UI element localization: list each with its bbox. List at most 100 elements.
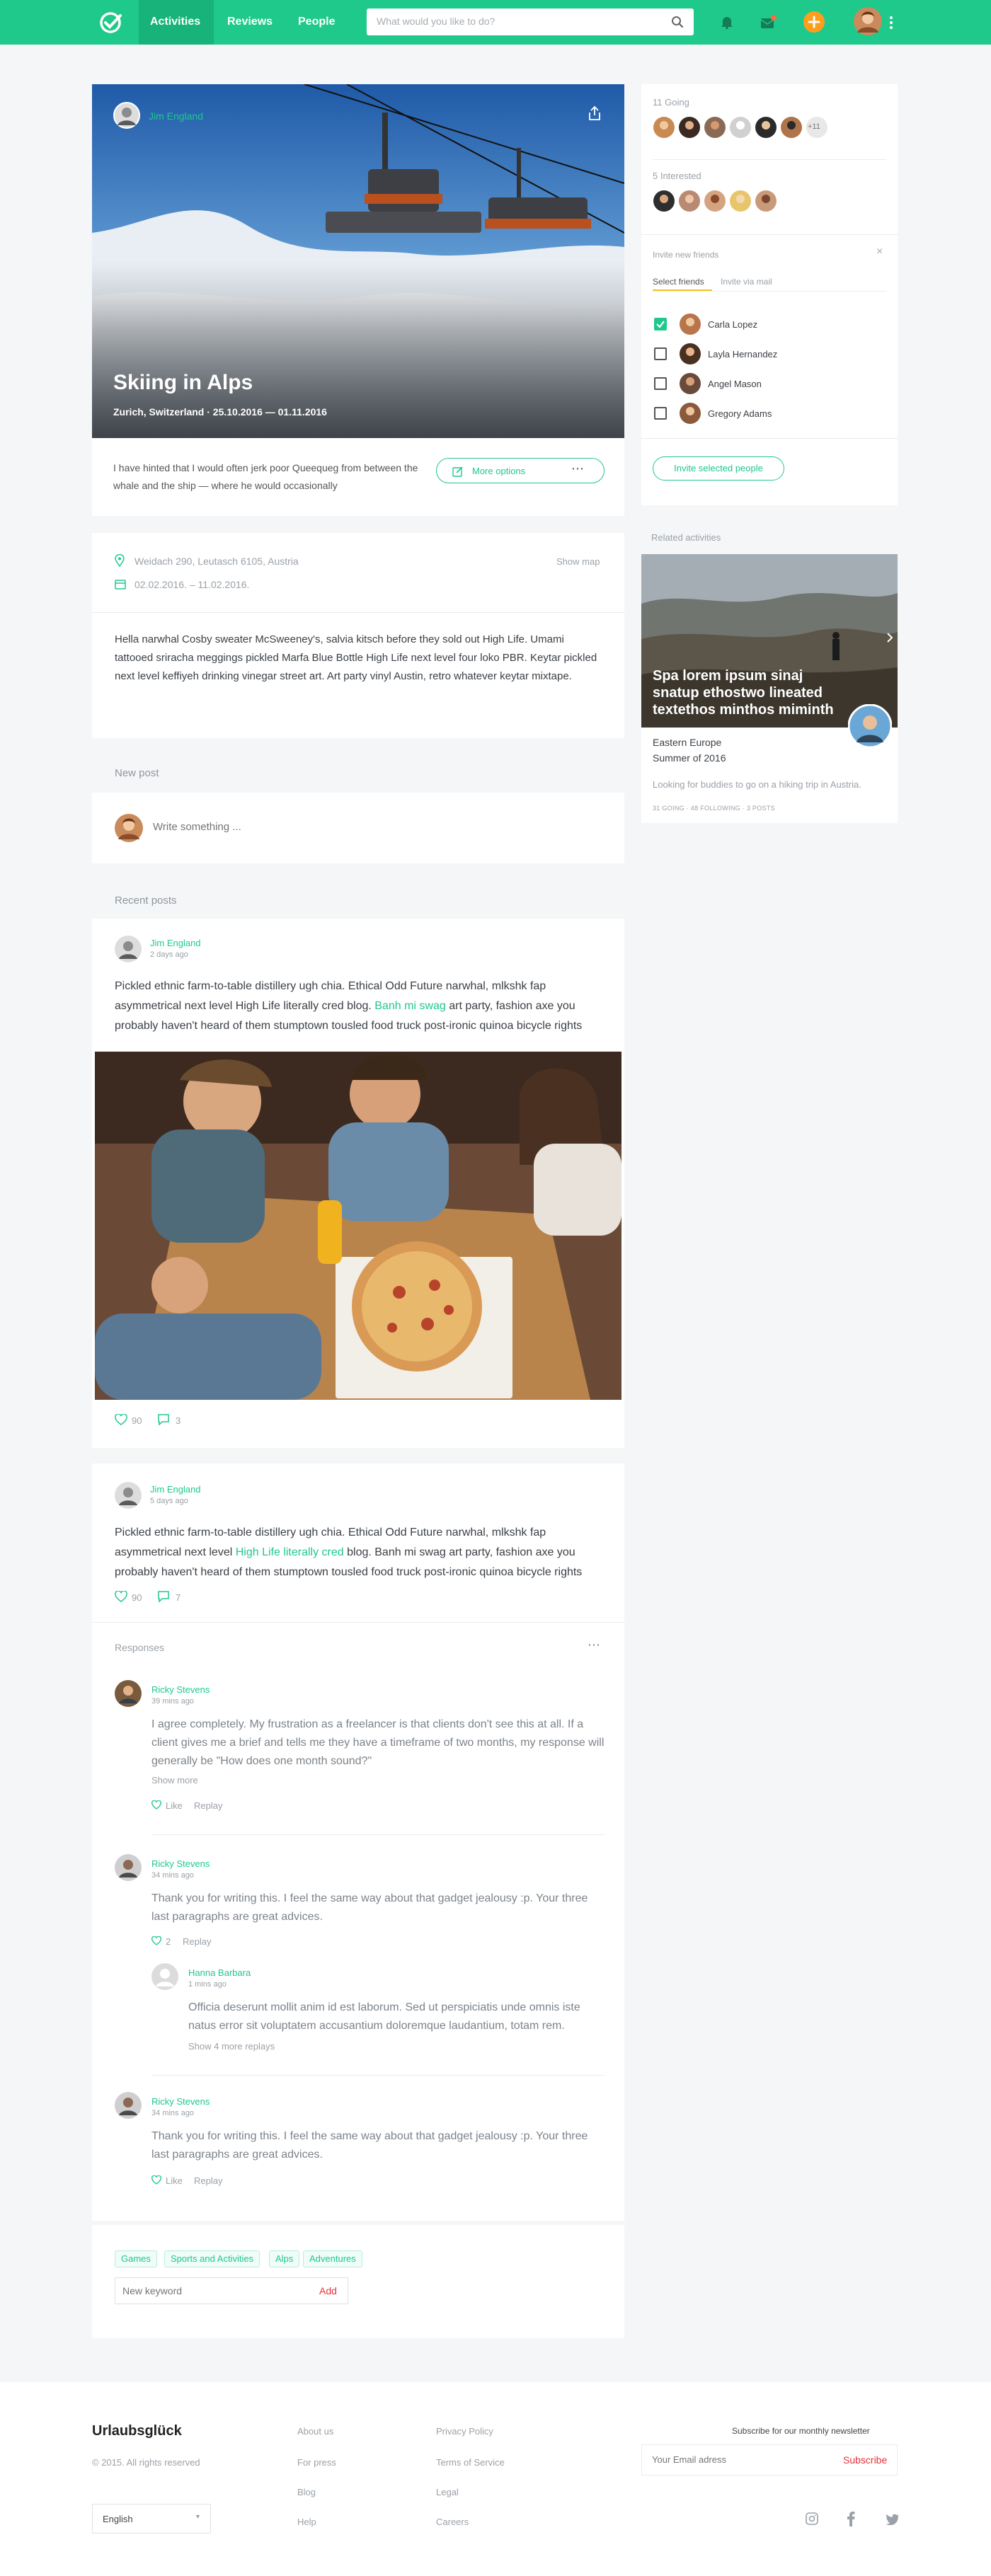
language-select[interactable]: English ▾ [92,2504,211,2534]
post2-like-icon[interactable] [115,1591,127,1602]
facebook-icon[interactable] [847,2511,855,2526]
post-card-1: Jim England 2 days ago Pickled ethnic fa… [92,919,624,1448]
post2-comment-icon[interactable] [157,1591,170,1602]
post1-text: Pickled ethnic farm-to-table distillery … [115,977,610,1036]
related-activity-card[interactable]: Spa lorem ipsum sinaj snatup ethostwo li… [641,554,898,823]
newsletter-email-input[interactable] [652,2454,822,2465]
response1-like-icon[interactable] [151,1800,161,1810]
response3-text: Thank you for writing this. I feel the s… [151,2130,588,2161]
response3-like-icon[interactable] [151,2175,161,2185]
response1-time: 39 mins ago [151,1697,194,1706]
post1-like-count: 90 [132,1415,142,1426]
show-map-link[interactable]: Show map [556,556,600,567]
nav-activities[interactable]: Activities [150,16,200,28]
recent-posts-label: Recent posts [115,895,177,907]
search-icon[interactable] [671,16,684,28]
nested-reply-author[interactable]: Hanna Barbara [188,1967,251,1978]
search-input[interactable] [377,16,660,27]
going-more-count[interactable]: +11 [808,122,820,131]
footer-link-about[interactable]: About us [297,2426,333,2437]
friend-checkbox-carla[interactable] [654,318,667,330]
response1-reply-label[interactable]: Replay [194,1800,222,1811]
response2-reply-label[interactable]: Replay [183,1936,211,1947]
messages-icon[interactable] [760,14,777,30]
response2-like-icon[interactable] [151,1936,161,1945]
response1-author[interactable]: Ricky Stevens [151,1684,210,1695]
activity-address: Weidach 290, Leutasch 6105, Austria [134,556,299,567]
add-keyword-button[interactable]: Add [319,2285,337,2296]
add-activity-button[interactable] [803,11,825,33]
user-avatar[interactable] [854,7,882,35]
activity-hero-card: Jim England Skiing in Alps Zurich, Switz… [92,84,624,516]
post2-author-avatar[interactable] [115,1482,142,1509]
friend-avatar-carla [680,314,701,335]
post1-comment-icon[interactable] [157,1414,170,1425]
footer-link-blog[interactable]: Blog [297,2487,316,2497]
hero-author-avatar[interactable] [113,102,140,129]
response3-reply-label[interactable]: Replay [194,2175,222,2186]
show-more-replies-link[interactable]: Show 4 more replays [188,2041,275,2052]
nested-reply-avatar[interactable] [151,1963,178,1990]
related-activity-avatar[interactable] [848,704,892,748]
bell-icon[interactable] [721,15,733,29]
tab-invite-via-mail[interactable]: Invite via mail [721,277,772,287]
share-icon[interactable] [588,105,602,121]
related-activity-description: Looking for buddies to go on a hiking tr… [653,779,861,790]
response1-avatar[interactable] [115,1680,142,1707]
post2-author-name[interactable]: Jim England [150,1484,201,1495]
tag-alps[interactable]: Alps [269,2250,300,2267]
post1-author-name[interactable]: Jim England [150,938,201,948]
twitter-icon[interactable] [885,2514,899,2525]
post1-link[interactable]: Banh mi swag [374,1000,446,1012]
ellipsis-icon: ⋯ [571,461,584,476]
tab-select-friends[interactable]: Select friends [653,277,704,287]
keyword-input[interactable] [122,2285,292,2296]
footer-link-terms[interactable]: Terms of Service [436,2457,505,2468]
post-card-2: Jim England 5 days ago Pickled ethnic fa… [92,1464,624,2221]
post1-author-avatar[interactable] [115,936,142,962]
nav-people[interactable]: People [298,16,335,28]
friend-name-carla: Carla Lopez [708,319,758,330]
invite-selected-button[interactable]: Invite selected people [653,456,784,481]
nav-reviews[interactable]: Reviews [227,16,273,28]
footer-link-careers[interactable]: Careers [436,2517,469,2527]
friend-checkbox-gregory[interactable] [654,407,667,420]
response2-time: 34 mins ago [151,1871,194,1880]
tag-sports-activities[interactable]: Sports and Activities [164,2250,260,2267]
response1-show-more[interactable]: Show more [151,1775,198,1786]
responses-more-icon[interactable]: ⋯ [588,1638,600,1652]
edit-icon [452,466,464,477]
response3-like-label[interactable]: Like [166,2175,183,2186]
more-options-button[interactable]: More options ⋯ [436,458,605,483]
footer: Urlaubsglück © 2015. All rights reserved… [0,2382,991,2576]
response1-like-label[interactable]: Like [166,1800,183,1811]
nested-reply-text: Officia deserunt mollit anim id est labo… [188,2001,580,2032]
more-vertical-icon[interactable] [889,16,893,30]
response1-text: I agree completely. My frustration as a … [151,1718,605,1767]
logo-check-icon[interactable] [98,10,123,35]
activity-dates: 02.02.2016. – 11.02.2016. [134,579,250,590]
post2-link[interactable]: High Life literally cred [236,1546,344,1558]
response3-avatar[interactable] [115,2092,142,2119]
response2-author[interactable]: Ricky Stevens [151,1858,210,1869]
instagram-icon[interactable] [806,2512,818,2525]
post1-like-icon[interactable] [115,1414,127,1425]
tag-games[interactable]: Games [115,2250,157,2267]
hero-excerpt: I have hinted that I would often jerk po… [113,462,418,491]
footer-link-press[interactable]: For press [297,2457,336,2468]
new-post-input[interactable] [153,821,578,833]
response3-author[interactable]: Ricky Stevens [151,2096,210,2107]
new-post-label: New post [115,767,159,779]
subscribe-button[interactable]: Subscribe [843,2454,887,2466]
carousel-next-icon[interactable] [886,632,893,643]
hero-author-name[interactable]: Jim England [149,110,203,122]
tag-adventures[interactable]: Adventures [303,2250,362,2267]
friend-checkbox-angel[interactable] [654,377,667,390]
footer-link-privacy[interactable]: Privacy Policy [436,2426,493,2437]
footer-link-legal[interactable]: Legal [436,2487,459,2497]
close-invite-icon[interactable]: × [876,246,883,258]
response2-avatar[interactable] [115,1854,142,1881]
footer-link-help[interactable]: Help [297,2517,316,2527]
friend-checkbox-layla[interactable] [654,347,667,360]
search-box [367,8,694,35]
